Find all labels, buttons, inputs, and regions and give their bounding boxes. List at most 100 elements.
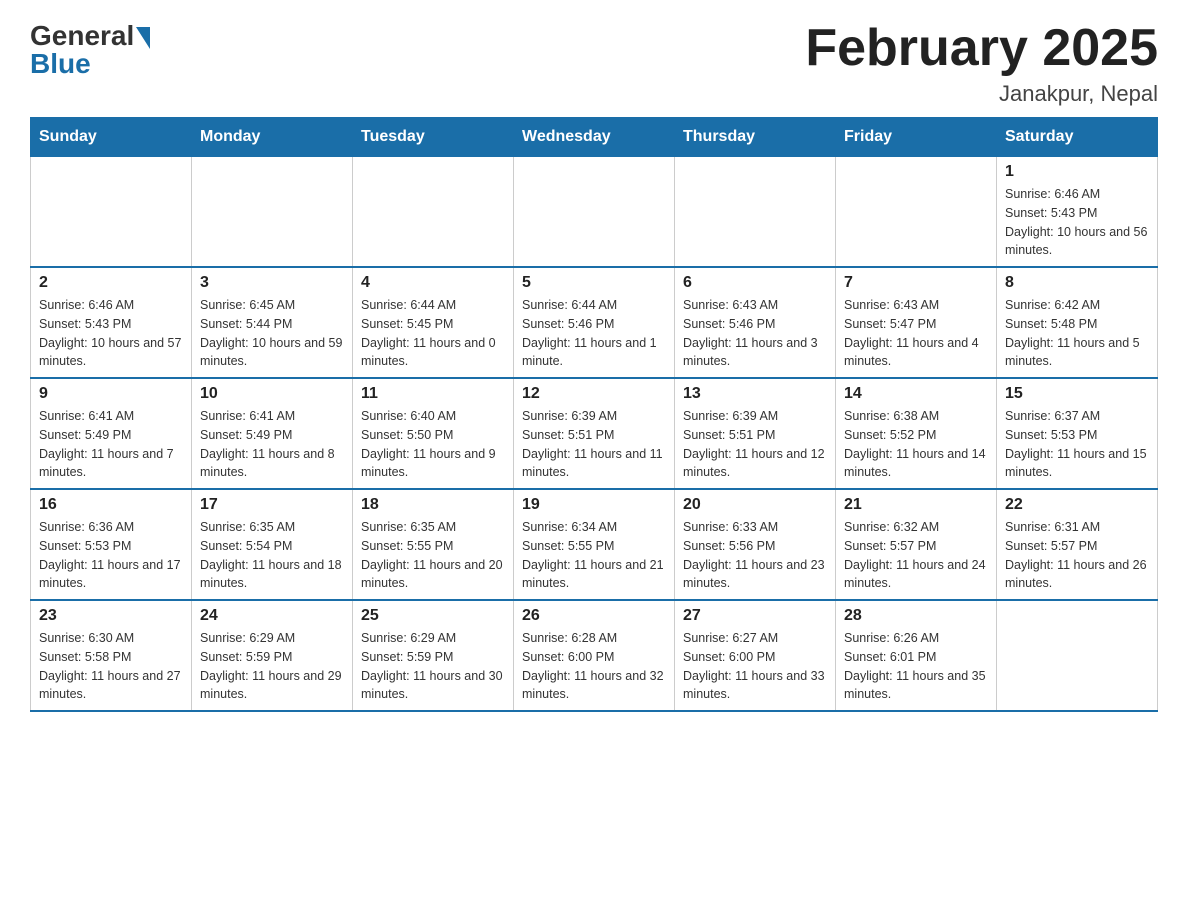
location-text: Janakpur, Nepal [805,81,1158,107]
logo-triangle-icon [136,27,150,49]
day-number: 9 [39,385,183,403]
day-cell: 12Sunrise: 6:39 AM Sunset: 5:51 PM Dayli… [514,378,675,489]
day-cell: 17Sunrise: 6:35 AM Sunset: 5:54 PM Dayli… [192,489,353,600]
day-cell: 13Sunrise: 6:39 AM Sunset: 5:51 PM Dayli… [675,378,836,489]
day-cell: 27 Sunrise: 6:27 AM Sunset: 6:00 PM Dayli… [675,600,836,711]
day-cell: 24 Sunrise: 6:29 AM Sunset: 5:59 PM Dayli… [192,600,353,711]
day-info: Sunrise: 6:35 AM Sunset: 5:54 PM Dayligh… [200,518,344,593]
logo: General Blue [30,20,150,80]
week-row-5: 23 Sunrise: 6:30 AM Sunset: 5:58 PM Dayli… [31,600,1158,711]
day-number: 2 [39,274,183,292]
day-number: 14 [844,385,988,403]
day-number: 4 [361,274,505,292]
day-number: 28 [844,607,988,625]
day-info: Sunrise: 6:44 AM Sunset: 5:45 PM Dayligh… [361,296,505,371]
day-number: 21 [844,496,988,514]
day-number: 5 [522,274,666,292]
day-cell [997,600,1158,711]
day-cell: 16 Sunrise: 6:36 AM Sunset: 5:53 PM Dayli… [31,489,192,600]
day-cell: 19 Sunrise: 6:34 AM Sunset: 5:55 PM Dayli… [514,489,675,600]
day-cell: 11Sunrise: 6:40 AM Sunset: 5:50 PM Dayli… [353,378,514,489]
day-info: Sunrise: 6:32 AM Sunset: 5:57 PM Dayligh… [844,518,988,593]
day-info: Sunrise: 6:46 AM Sunset: 5:43 PM Dayligh… [1005,185,1149,260]
day-header-wednesday: Wednesday [514,118,675,157]
day-number: 19 [522,496,666,514]
day-number: 1 [1005,163,1149,181]
week-row-1: 1 Sunrise: 6:46 AM Sunset: 5:43 PM Daylig… [31,157,1158,268]
day-info: Sunrise: 6:26 AM Sunset: 6:01 PM Dayligh… [844,629,988,704]
day-info: Sunrise: 6:36 AM Sunset: 5:53 PM Dayligh… [39,518,183,593]
day-number: 13 [683,385,827,403]
day-number: 20 [683,496,827,514]
day-cell [31,157,192,268]
day-info: Sunrise: 6:45 AM Sunset: 5:44 PM Dayligh… [200,296,344,371]
day-info: Sunrise: 6:34 AM Sunset: 5:55 PM Dayligh… [522,518,666,593]
day-number: 6 [683,274,827,292]
day-cell [192,157,353,268]
day-cell: 5 Sunrise: 6:44 AM Sunset: 5:46 PM Daylig… [514,267,675,378]
day-info: Sunrise: 6:30 AM Sunset: 5:58 PM Dayligh… [39,629,183,704]
day-cell: 22 Sunrise: 6:31 AM Sunset: 5:57 PM Dayli… [997,489,1158,600]
day-cell: 3 Sunrise: 6:45 AM Sunset: 5:44 PM Daylig… [192,267,353,378]
day-cell: 9 Sunrise: 6:41 AM Sunset: 5:49 PM Daylig… [31,378,192,489]
day-number: 24 [200,607,344,625]
day-cell: 14 Sunrise: 6:38 AM Sunset: 5:52 PM Dayli… [836,378,997,489]
day-cell [353,157,514,268]
day-header-sunday: Sunday [31,118,192,157]
day-info: Sunrise: 6:29 AM Sunset: 5:59 PM Dayligh… [200,629,344,704]
day-cell [514,157,675,268]
title-section: February 2025 Janakpur, Nepal [805,20,1158,107]
day-info: Sunrise: 6:33 AM Sunset: 5:56 PM Dayligh… [683,518,827,593]
day-info: Sunrise: 6:41 AM Sunset: 5:49 PM Dayligh… [39,407,183,482]
day-number: 10 [200,385,344,403]
day-info: Sunrise: 6:46 AM Sunset: 5:43 PM Dayligh… [39,296,183,371]
day-number: 15 [1005,385,1149,403]
day-number: 16 [39,496,183,514]
day-number: 22 [1005,496,1149,514]
day-info: Sunrise: 6:38 AM Sunset: 5:52 PM Dayligh… [844,407,988,482]
week-row-3: 9 Sunrise: 6:41 AM Sunset: 5:49 PM Daylig… [31,378,1158,489]
day-cell: 21 Sunrise: 6:32 AM Sunset: 5:57 PM Dayli… [836,489,997,600]
day-cell: 28 Sunrise: 6:26 AM Sunset: 6:01 PM Dayli… [836,600,997,711]
week-row-2: 2 Sunrise: 6:46 AM Sunset: 5:43 PM Daylig… [31,267,1158,378]
day-cell: 8 Sunrise: 6:42 AM Sunset: 5:48 PM Daylig… [997,267,1158,378]
day-cell [836,157,997,268]
day-number: 7 [844,274,988,292]
day-cell: 10Sunrise: 6:41 AM Sunset: 5:49 PM Dayli… [192,378,353,489]
day-cell: 2 Sunrise: 6:46 AM Sunset: 5:43 PM Daylig… [31,267,192,378]
day-number: 18 [361,496,505,514]
day-info: Sunrise: 6:43 AM Sunset: 5:46 PM Dayligh… [683,296,827,371]
day-info: Sunrise: 6:37 AM Sunset: 5:53 PM Dayligh… [1005,407,1149,482]
day-number: 26 [522,607,666,625]
day-number: 3 [200,274,344,292]
day-cell: 20 Sunrise: 6:33 AM Sunset: 5:56 PM Dayli… [675,489,836,600]
day-header-tuesday: Tuesday [353,118,514,157]
day-info: Sunrise: 6:28 AM Sunset: 6:00 PM Dayligh… [522,629,666,704]
month-title: February 2025 [805,20,1158,77]
day-info: Sunrise: 6:44 AM Sunset: 5:46 PM Dayligh… [522,296,666,371]
day-cell: 25Sunrise: 6:29 AM Sunset: 5:59 PM Dayli… [353,600,514,711]
calendar-table: SundayMondayTuesdayWednesdayThursdayFrid… [30,117,1158,712]
day-info: Sunrise: 6:35 AM Sunset: 5:55 PM Dayligh… [361,518,505,593]
day-header-monday: Monday [192,118,353,157]
day-cell: 1 Sunrise: 6:46 AM Sunset: 5:43 PM Daylig… [997,157,1158,268]
day-cell: 6 Sunrise: 6:43 AM Sunset: 5:46 PM Daylig… [675,267,836,378]
calendar-body: 1 Sunrise: 6:46 AM Sunset: 5:43 PM Daylig… [31,157,1158,712]
day-info: Sunrise: 6:31 AM Sunset: 5:57 PM Dayligh… [1005,518,1149,593]
day-info: Sunrise: 6:43 AM Sunset: 5:47 PM Dayligh… [844,296,988,371]
day-cell: 18 Sunrise: 6:35 AM Sunset: 5:55 PM Dayli… [353,489,514,600]
day-number: 8 [1005,274,1149,292]
day-info: Sunrise: 6:29 AM Sunset: 5:59 PM Dayligh… [361,629,505,704]
day-info: Sunrise: 6:42 AM Sunset: 5:48 PM Dayligh… [1005,296,1149,371]
day-number: 27 [683,607,827,625]
logo-blue-text: Blue [30,48,91,80]
day-info: Sunrise: 6:27 AM Sunset: 6:00 PM Dayligh… [683,629,827,704]
day-cell [675,157,836,268]
day-info: Sunrise: 6:40 AM Sunset: 5:50 PM Dayligh… [361,407,505,482]
day-header-row: SundayMondayTuesdayWednesdayThursdayFrid… [31,118,1158,157]
day-cell: 15 Sunrise: 6:37 AM Sunset: 5:53 PM Dayli… [997,378,1158,489]
day-number: 23 [39,607,183,625]
calendar-header: SundayMondayTuesdayWednesdayThursdayFrid… [31,118,1158,157]
day-cell: 26 Sunrise: 6:28 AM Sunset: 6:00 PM Dayli… [514,600,675,711]
day-cell: 7 Sunrise: 6:43 AM Sunset: 5:47 PM Daylig… [836,267,997,378]
